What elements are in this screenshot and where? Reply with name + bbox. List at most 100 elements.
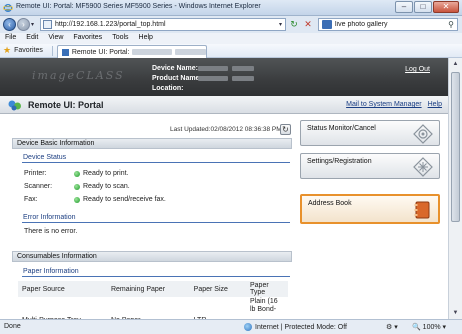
minimize-button[interactable]: – (395, 1, 413, 13)
scroll-up-icon[interactable]: ▲ (451, 59, 460, 69)
settings-label: Settings/Registration (307, 158, 372, 165)
device-name-redacted (232, 66, 254, 71)
status-ok-icon (74, 183, 80, 190)
menu-bar: File Edit View Favorites Tools Help (0, 33, 462, 44)
history-dropdown-icon[interactable]: ▾ (31, 21, 34, 28)
page-viewport: imageCLASS Device Name: Product Name: Lo… (0, 58, 462, 319)
menu-help[interactable]: Help (134, 33, 158, 44)
portal-titlebar: Remote UI: Portal Mail to System Manager… (0, 96, 448, 114)
menu-favorites[interactable]: Favorites (68, 33, 107, 44)
tab-title-redacted (174, 49, 206, 55)
scroll-down-icon[interactable]: ▼ (451, 308, 460, 318)
product-name-redacted (232, 76, 254, 81)
search-provider-icon[interactable] (322, 20, 332, 29)
help-link[interactable]: Help (428, 101, 442, 108)
browser-tab[interactable]: Remote UI: Portal: (57, 45, 207, 58)
location-label: Location: (152, 85, 184, 92)
settings-registration-button[interactable]: Settings/Registration (300, 153, 440, 179)
remaining-paper-cell: No Paper (107, 297, 190, 319)
portal-icon (8, 100, 21, 111)
favorites-label: Favorites (14, 47, 43, 54)
col-paper-size: Paper Size (193, 285, 228, 293)
close-window-button[interactable]: ✕ (433, 1, 459, 13)
paper-type-cell: Plain (16 lb Bond- (250, 298, 278, 313)
window-title: Remote UI: Portal: MF5900 Series MF5900 … (16, 3, 261, 10)
device-basic-section-header: Device Basic Information (12, 138, 292, 149)
product-name-label: Product Name: (152, 75, 202, 82)
paper-size-cell: LTR (190, 297, 246, 319)
scanner-label: Scanner: (24, 183, 53, 190)
search-box[interactable]: ⚲ (318, 18, 458, 31)
printer-status: Ready to print. (83, 170, 129, 177)
paper-source-cell: Multi-Purpose Tray (18, 297, 107, 319)
printer-status-row: Printer: Ready to print. (24, 170, 129, 177)
window-controls: – □ ✕ (395, 1, 459, 13)
url-text[interactable]: http://192.168.1.223/portal_top.html (55, 21, 166, 28)
error-info-heading: Error Information (22, 212, 290, 223)
last-updated-text: Last Updated:02/08/2012 08:36:38 PM (170, 126, 282, 133)
brand-logo: imageCLASS (32, 69, 125, 82)
protected-mode-tools-icon[interactable]: ⚙ ▾ (386, 323, 398, 331)
status-ok-icon (74, 170, 80, 177)
favorites-divider (52, 46, 53, 56)
favorites-button[interactable]: ★ Favorites (3, 46, 43, 55)
search-input[interactable] (335, 21, 445, 28)
device-name-label: Device Name: (152, 65, 198, 72)
tab-title: Remote UI: Portal: (71, 48, 130, 56)
status-text: Done (4, 323, 21, 330)
security-zone[interactable]: Internet | Protected Mode: Off (244, 323, 347, 331)
status-monitor-icon (413, 124, 433, 144)
scrollbar-thumb[interactable] (451, 72, 460, 222)
maximize-button[interactable]: □ (414, 1, 432, 13)
refresh-status-button[interactable]: ↻ (280, 124, 291, 135)
page-icon (43, 20, 52, 29)
consumables-section-header: Consumables Information (12, 251, 292, 262)
menu-edit[interactable]: Edit (21, 33, 43, 44)
device-name-redacted (198, 66, 228, 71)
internet-zone-icon (244, 323, 252, 331)
scanner-status: Ready to scan. (83, 183, 130, 190)
product-name-redacted (198, 76, 228, 81)
top-links: Mail to System Manager Help (346, 101, 442, 108)
zoom-value: 100% (422, 324, 441, 331)
fax-status: Ready to send/receive fax. (83, 196, 166, 203)
device-info: Device Name: Product Name: Location: (152, 64, 254, 94)
device-header: imageCLASS Device Name: Product Name: Lo… (0, 58, 448, 96)
fax-status-row: Fax: Ready to send/receive fax. (24, 196, 166, 203)
mail-to-system-manager-link[interactable]: Mail to System Manager (346, 101, 421, 108)
stop-icon[interactable]: ✕ (302, 19, 314, 30)
search-icon[interactable]: ⚲ (448, 20, 454, 29)
table-row: Multi-Purpose Tray No Paper LTR Plain (1… (18, 297, 288, 319)
zoom-level[interactable]: 🔍 100% ▾ (412, 323, 446, 331)
col-paper-source: Paper Source (22, 285, 65, 293)
refresh-page-icon[interactable]: ↻ (288, 19, 300, 30)
status-ok-icon (74, 196, 80, 203)
device-status-heading: Device Status (22, 152, 290, 163)
printer-label: Printer: (24, 170, 47, 177)
col-remaining-paper: Remaining Paper (110, 285, 166, 293)
status-monitor-cancel-button[interactable]: Status Monitor/Cancel (300, 120, 440, 146)
address-toolbar: ‹ › ▾ http://192.168.1.223/portal_top.ht… (0, 16, 462, 33)
status-monitor-label: Status Monitor/Cancel (307, 125, 376, 132)
settings-icon (413, 157, 433, 177)
back-button[interactable]: ‹ (3, 18, 16, 31)
favorites-bar: ★ Favorites Remote UI: Portal: (0, 44, 462, 58)
paper-table-header: Paper Source Remaining Paper Paper Size … (18, 281, 288, 297)
paper-table: Paper Source Remaining Paper Paper Size … (18, 281, 288, 319)
scanner-status-row: Scanner: Ready to scan. (24, 183, 130, 190)
forward-button[interactable]: › (17, 18, 30, 31)
address-book-button[interactable]: Address Book (300, 194, 440, 224)
menu-view[interactable]: View (43, 33, 68, 44)
address-field[interactable]: http://192.168.1.223/portal_top.html ▾ (40, 18, 286, 31)
tab-page-icon (62, 48, 69, 56)
logout-link[interactable]: Log Out (405, 66, 430, 73)
address-book-icon (414, 201, 430, 219)
menu-file[interactable]: File (0, 33, 21, 44)
internet-explorer-icon (3, 4, 13, 12)
vertical-scrollbar[interactable]: ▲ ▼ (448, 58, 462, 319)
page-title: Remote UI: Portal (28, 100, 104, 110)
menu-tools[interactable]: Tools (107, 33, 133, 44)
favorites-star-icon: ★ (3, 45, 12, 55)
error-info-text: There is no error. (24, 228, 78, 235)
address-dropdown-icon[interactable]: ▾ (279, 21, 282, 28)
